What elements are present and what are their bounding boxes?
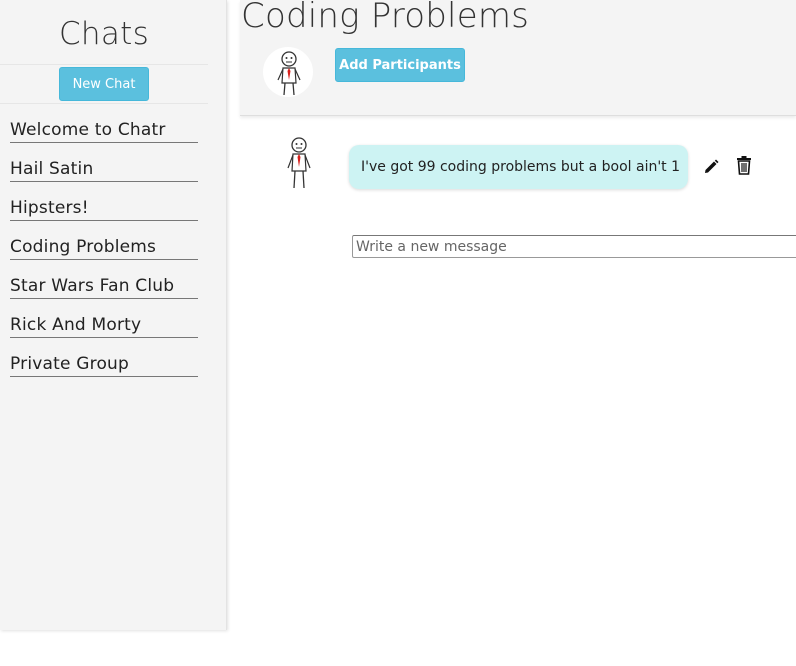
sidebar: Chats New Chat Welcome to Chatr Hail Sat… [0, 0, 227, 630]
trash-icon[interactable] [735, 155, 753, 175]
stick-figure-avatar-icon [282, 135, 316, 191]
divider [0, 103, 208, 104]
chat-item-rick-and-morty[interactable]: Rick And Morty [10, 299, 198, 338]
new-chat-button[interactable]: New Chat [59, 67, 149, 101]
add-participants-button[interactable]: Add Participants [335, 48, 465, 82]
message-input[interactable] [352, 235, 796, 258]
divider [0, 64, 208, 65]
message-bubble: I've got 99 coding problems but a bool a… [349, 145, 688, 189]
chat-item-hail-satin[interactable]: Hail Satin [10, 143, 198, 182]
chat-header: Coding Problems Add Participants [240, 0, 796, 116]
chat-list: Welcome to Chatr Hail Satin Hipsters! Co… [10, 118, 198, 377]
stick-figure-avatar-icon [263, 47, 313, 97]
chat-item-coding-problems[interactable]: Coding Problems [10, 221, 198, 260]
chat-item-private-group[interactable]: Private Group [10, 338, 198, 377]
chat-item-welcome-to-chatr[interactable]: Welcome to Chatr [10, 118, 198, 143]
pencil-icon[interactable] [702, 158, 720, 176]
chat-item-hipsters[interactable]: Hipsters! [10, 182, 198, 221]
page-title: Coding Problems [241, 0, 530, 36]
sidebar-title: Chats [58, 16, 150, 52]
chat-item-star-wars-fan-club[interactable]: Star Wars Fan Club [10, 260, 198, 299]
